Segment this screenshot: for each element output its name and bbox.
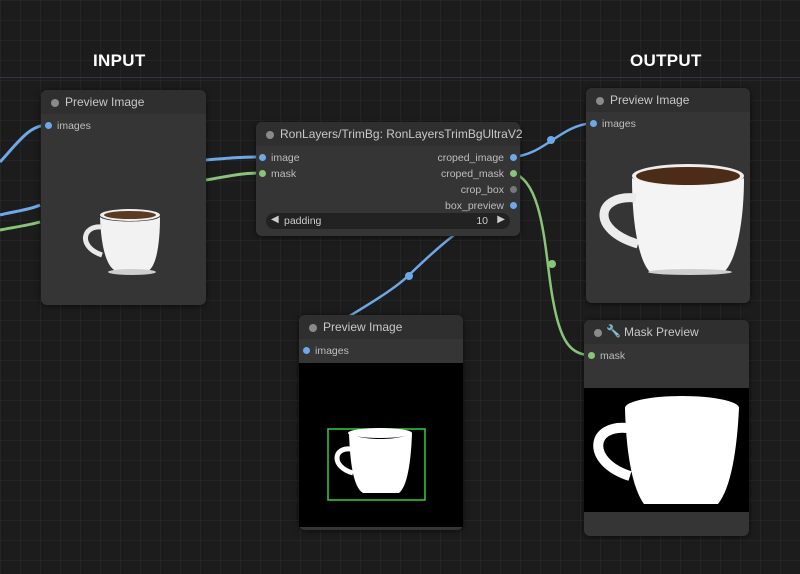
input-slot-mask[interactable] (588, 352, 595, 359)
output-slot-croped-mask[interactable] (510, 170, 517, 177)
slot-label: image (271, 152, 300, 164)
collapse-dot[interactable] (51, 99, 59, 107)
widget-name: padding (284, 215, 322, 227)
wire-image-into-trimbg[interactable] (205, 155, 263, 162)
wire-reroute-dot[interactable] (405, 272, 413, 280)
node-header[interactable]: Preview Image (299, 315, 463, 339)
wrench-icon: 🔧 (606, 324, 621, 338)
output-slot-crop-box[interactable] (510, 186, 517, 193)
input-slot-images[interactable] (590, 120, 597, 127)
input-slot-images[interactable] (303, 347, 310, 354)
increment-arrow-icon[interactable]: ▶ (497, 214, 505, 225)
node-title: Preview Image (323, 320, 403, 334)
node-trimbg[interactable]: RonLayers/TrimBg: RonLayersTrimBgUltraV2… (256, 122, 523, 236)
node-preview-image-output[interactable]: Preview Image images (586, 88, 750, 303)
node-header[interactable]: Preview Image (41, 90, 206, 114)
input-slot-mask[interactable] (259, 170, 266, 177)
output-slot-croped-image[interactable] (510, 154, 517, 161)
slot-label: box_preview (445, 200, 504, 212)
node-mask-preview[interactable]: 🔧 Mask Preview mask (584, 320, 749, 536)
slot-label: mask (600, 350, 626, 362)
box-preview-image (299, 363, 463, 527)
slot-label: croped_mask (440, 168, 504, 180)
node-preview-image-box[interactable]: Preview Image images (299, 315, 463, 530)
wire-mask-into-trimbg[interactable] (205, 171, 263, 182)
input-slot-images[interactable] (45, 122, 52, 129)
node-title: Preview Image (65, 95, 145, 109)
cup-preview-image (83, 209, 160, 275)
collapse-dot[interactable] (596, 97, 604, 105)
node-header[interactable]: 🔧 Mask Preview (584, 320, 749, 344)
slot-label: images (57, 120, 91, 132)
wire-reroute-dot[interactable] (548, 260, 556, 268)
wire-image-offscreen[interactable] (0, 203, 41, 217)
mask-preview-image (584, 388, 749, 512)
node-title: Preview Image (610, 93, 690, 107)
node-header[interactable]: RonLayers/TrimBg: RonLayersTrimBgUltraV2 (256, 122, 523, 146)
slot-label: crop_box (460, 184, 504, 196)
node-title: RonLayers/TrimBg: RonLayersTrimBgUltraV2 (280, 127, 523, 141)
node-header[interactable]: Preview Image (586, 88, 750, 112)
collapse-dot[interactable] (309, 324, 317, 332)
input-slot-image[interactable] (259, 154, 266, 161)
padding-widget[interactable]: ◀ padding 10 ▶ (266, 213, 510, 229)
collapse-dot[interactable] (594, 329, 602, 337)
wire-reroute-dot[interactable] (547, 136, 555, 144)
slot-label: images (602, 118, 636, 130)
node-preview-image-input[interactable]: Preview Image images (41, 90, 206, 305)
slot-label: images (315, 345, 349, 357)
widget-value[interactable]: 10 (476, 215, 488, 227)
collapse-dot[interactable] (266, 131, 274, 139)
slot-label: mask (271, 168, 297, 180)
cropped-cup-image (599, 164, 744, 275)
slot-label: croped_image (437, 152, 504, 164)
output-slot-box-preview[interactable] (510, 202, 517, 209)
wire-mask-offscreen[interactable] (0, 220, 41, 232)
decrement-arrow-icon[interactable]: ◀ (271, 214, 279, 225)
node-title: Mask Preview (624, 325, 699, 339)
